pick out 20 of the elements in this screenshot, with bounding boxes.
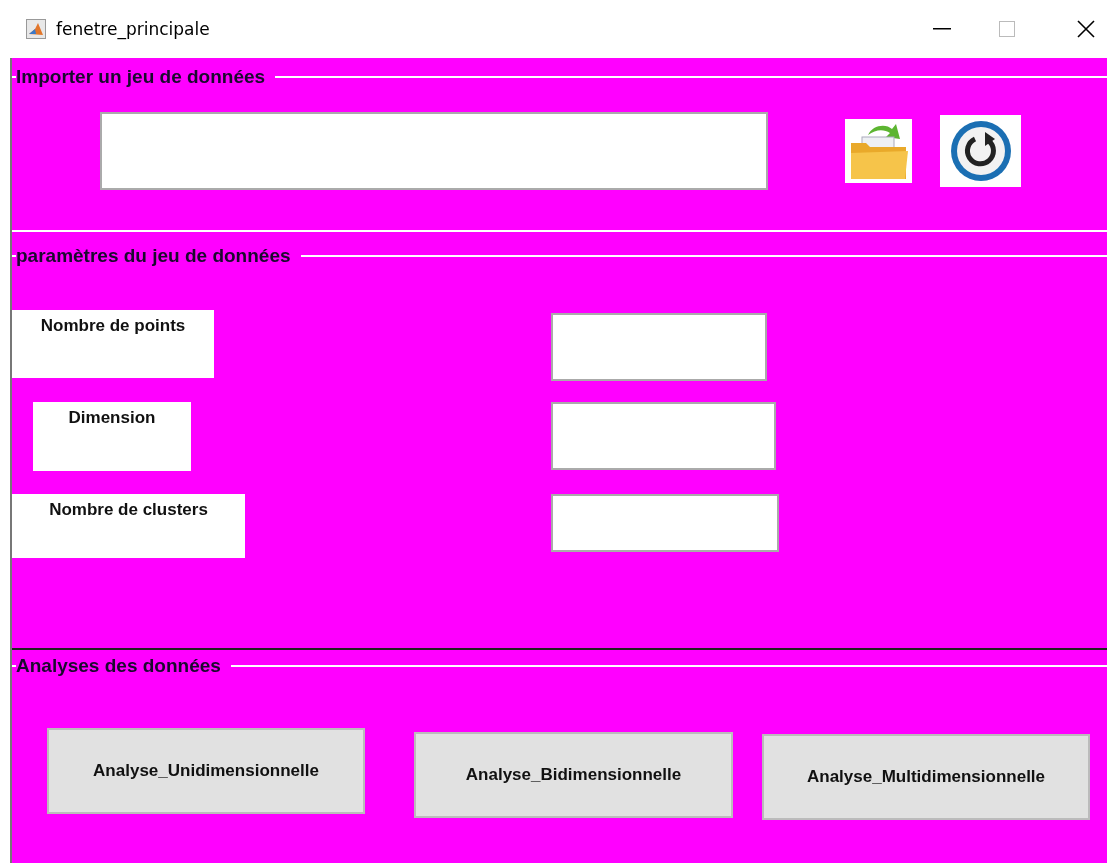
window-title: fenetre_principale bbox=[56, 19, 210, 39]
field-label: Dimension bbox=[33, 402, 191, 471]
panel-title: paramètres du jeu de données bbox=[16, 245, 291, 267]
analysis-button[interactable]: Analyse_Unidimensionnelle bbox=[47, 728, 365, 814]
close-icon[interactable] bbox=[1077, 20, 1095, 38]
file-path-field[interactable] bbox=[100, 112, 768, 190]
open-folder-icon[interactable] bbox=[845, 119, 912, 183]
app-icon bbox=[26, 19, 46, 39]
field-label: Nombre de points bbox=[12, 310, 214, 378]
analysis-button[interactable]: Analyse_Bidimensionnelle bbox=[414, 732, 733, 818]
input-field[interactable] bbox=[551, 313, 767, 381]
field-label: Nombre de clusters bbox=[12, 494, 245, 558]
refresh-icon[interactable] bbox=[940, 115, 1021, 187]
panel-title: Analyses des données bbox=[16, 655, 221, 677]
input-field[interactable] bbox=[551, 494, 779, 552]
minimize-icon[interactable] bbox=[933, 28, 951, 30]
input-field[interactable] bbox=[551, 402, 776, 470]
analysis-button[interactable]: Analyse_Multidimensionnelle bbox=[762, 734, 1090, 820]
panel-title: Importer un jeu de données bbox=[16, 66, 266, 88]
maximize-icon[interactable] bbox=[999, 21, 1015, 37]
